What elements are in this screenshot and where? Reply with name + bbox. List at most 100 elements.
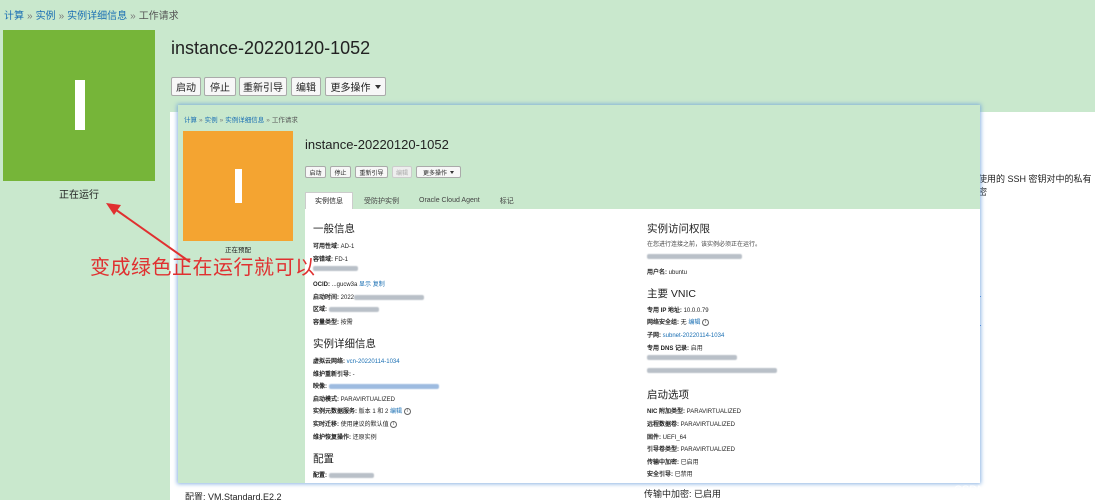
inner-page-title: instance-20220120-1052 xyxy=(305,137,449,152)
info-icon[interactable]: i xyxy=(702,318,710,326)
field-label: 固件: xyxy=(647,435,661,441)
info-icon[interactable]: i xyxy=(390,420,398,428)
launch-mode-field: 启动模式: PARAVIRTUALIZED xyxy=(313,394,395,403)
metadata-edit-link[interactable]: 编辑 xyxy=(390,409,402,415)
vcn-link[interactable]: vcn-20220114-1034 xyxy=(347,359,400,365)
watermark: CSDN @weixin_40686234 xyxy=(953,484,1085,496)
inner-instance-letter-icon xyxy=(235,169,242,203)
access-hint: 在您进行连接之前，该实例必须正在运行。 xyxy=(647,242,762,248)
maintenance-reboot-field: 维护重新引导: - xyxy=(313,369,355,378)
field-value: PARAVIRTUALIZED xyxy=(686,409,742,415)
field-label: 网络安全组: xyxy=(647,320,679,326)
info-icon[interactable]: i xyxy=(403,407,411,415)
field-label: 用户名: xyxy=(647,270,667,276)
page-title: instance-20220120-1052 xyxy=(171,38,371,58)
breadcrumb-instances[interactable]: 实例 xyxy=(36,11,56,22)
inner-tabs: 实例信息 受防护实例 Oracle Cloud Agent 标记 xyxy=(305,192,523,209)
breadcrumb-instance-details[interactable]: 实例详细信息 xyxy=(67,11,127,22)
instance-details-heading: 实例详细信息 xyxy=(313,338,376,350)
field-label: 映像: xyxy=(313,384,327,390)
reboot-button[interactable]: 重新引导 xyxy=(239,77,287,96)
field-label: 配置: xyxy=(313,473,327,479)
private-ip-field: 专用 IP 地址: 10.0.0.79 xyxy=(647,305,709,314)
ocid-copy-link[interactable]: 复制 xyxy=(373,282,385,288)
inner-breadcrumb-compute[interactable]: 计算 xyxy=(184,117,197,124)
vcn-field: 虚拟云网络: vcn-20220114-1034 xyxy=(313,356,400,365)
field-label: 区域: xyxy=(313,307,327,313)
subnet-link[interactable]: subnet-20220114-1034 xyxy=(663,333,725,339)
chevron-down-icon xyxy=(374,84,381,89)
inner-breadcrumb-instances[interactable]: 实例 xyxy=(205,117,218,124)
field-value: UEFI_64 xyxy=(662,435,687,441)
field-label: 维护恢复操作: xyxy=(313,435,351,441)
field-label: 启动时间: xyxy=(313,295,339,301)
more-actions-button[interactable]: 更多操作 xyxy=(325,77,386,96)
tab-oracle-cloud-agent[interactable]: Oracle Cloud Agent xyxy=(410,192,489,209)
launch-options-heading: 启动选项 xyxy=(647,389,689,401)
nic-attachment-field: NIC 附加类型: PARAVIRTUALIZED xyxy=(647,406,741,415)
inner-status-tile xyxy=(183,131,293,241)
redacted-value xyxy=(354,294,425,300)
boot-volume-field: 引导卷类型: PARAVIRTUALIZED xyxy=(647,444,735,453)
edit-button[interactable]: 编辑 xyxy=(291,77,321,96)
stop-button[interactable]: 停止 xyxy=(204,77,236,96)
shape-field-inner: 配置: xyxy=(313,470,374,479)
primary-vnic-heading: 主要 VNIC xyxy=(647,288,697,300)
field-value: 10.0.0.79 xyxy=(683,308,709,314)
live-migration-field: 实时迁移: 使用建议的默认值 i xyxy=(313,419,398,428)
remote-volume-field: 远程数据卷: PARAVIRTUALIZED xyxy=(647,419,735,428)
field-value: 已启用 xyxy=(680,460,699,466)
field-label: 实时迁移: xyxy=(313,422,339,428)
field-value: PARAVIRTUALIZED xyxy=(680,422,736,428)
field-label: 实例元数据服务: xyxy=(313,409,357,415)
redacted-value xyxy=(647,254,742,259)
field-label: 子网: xyxy=(647,333,661,339)
field-value: AD-1 xyxy=(340,244,355,250)
instance-status-tile xyxy=(3,30,155,181)
redacted-value xyxy=(328,306,379,312)
field-value: 已禁用 xyxy=(674,472,693,478)
breadcrumb-compute[interactable]: 计算 xyxy=(4,11,24,22)
breadcrumb-work-requests: 工作请求 xyxy=(138,11,179,22)
field-value: ubuntu xyxy=(668,270,688,276)
subnet-field: 子网: subnet-20220114-1034 xyxy=(647,330,724,339)
field-value: 无 xyxy=(680,320,687,326)
nsg-edit-link[interactable]: 编辑 xyxy=(688,320,700,326)
image-field: 映像: xyxy=(313,381,439,390)
field-label: 引导卷类型: xyxy=(647,447,679,453)
redacted-field xyxy=(647,355,737,361)
tab-tags[interactable]: 标记 xyxy=(491,192,523,209)
tab-instance-info[interactable]: 实例信息 xyxy=(305,192,353,209)
ocid-field: OCID: ...gucw3a 显示 复制 xyxy=(313,279,385,288)
field-label: 远程数据卷: xyxy=(647,422,679,428)
more-actions-label: 更多操作 xyxy=(330,83,371,94)
chevron-down-icon xyxy=(450,170,454,174)
inner-breadcrumb-work-requests: 工作请求 xyxy=(271,117,298,124)
field-label: 专用 IP 地址: xyxy=(647,308,682,314)
ocid-show-link[interactable]: 显示 xyxy=(359,282,371,288)
redacted-field xyxy=(313,266,358,272)
inner-start-button[interactable]: 启动 xyxy=(305,166,326,178)
inner-stop-button[interactable]: 停止 xyxy=(330,166,351,178)
inner-more-actions-button[interactable]: 更多操作 xyxy=(416,166,461,178)
username-field: 用户名: ubuntu xyxy=(647,267,687,276)
field-value: - xyxy=(352,372,355,378)
embedded-screenshot: 计算» 实例» 实例详细信息» 工作请求 正在预配 instance-20220120… xyxy=(178,105,980,483)
inner-breadcrumb: 计算» 实例» 实例详细信息» 工作请求 xyxy=(184,117,298,124)
tab-shielded-instance[interactable]: 受防护实例 xyxy=(355,192,408,209)
field-label: 虚拟云网络: xyxy=(313,359,345,365)
metadata-service-field: 实例元数据服务: 版本 1 和 2 编辑 i xyxy=(313,406,411,415)
inner-breadcrumb-instance-details[interactable]: 实例详细信息 xyxy=(225,117,264,124)
inner-reboot-button[interactable]: 重新引导 xyxy=(355,166,388,178)
secure-boot-field: 安全引导: 已禁用 xyxy=(647,469,693,478)
field-value: 版本 1 和 2 xyxy=(358,409,389,415)
field-label: 容量类型: xyxy=(313,320,339,326)
region-field: 区域: xyxy=(313,304,379,313)
redacted-value xyxy=(328,383,439,389)
field-value: 还原实例 xyxy=(352,435,377,441)
field-label: 专用 DNS 记录: xyxy=(647,346,690,352)
ssh-key-text: 使用的 SSH 密钥对中的私有密 xyxy=(978,174,1092,197)
shape-field: 配置: VM.Standard.E2.2 xyxy=(185,492,282,500)
start-button[interactable]: 启动 xyxy=(171,77,201,96)
inner-edit-button[interactable]: 编辑 xyxy=(392,166,412,178)
